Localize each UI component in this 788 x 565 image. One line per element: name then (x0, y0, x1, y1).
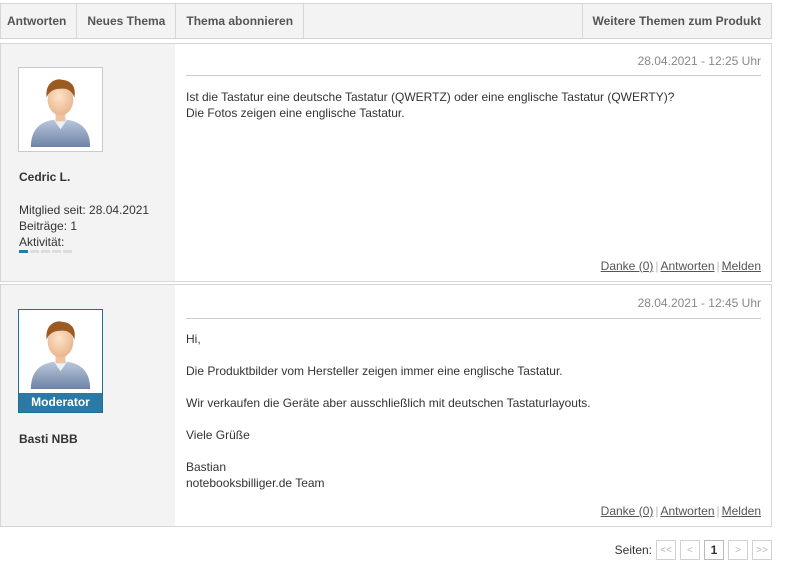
post-text-line: Bastian (186, 460, 227, 474)
activity-meter (19, 250, 72, 253)
post-date: 28.04.2021 - 12:45 Uhr (637, 296, 761, 310)
post-text-line: Die Produktbilder vom Hersteller zeigen … (186, 364, 563, 378)
activity-segment (30, 250, 39, 253)
new-topic-button[interactable]: Neues Thema (77, 4, 177, 38)
post-body: Hi, Die Produktbilder vom Hersteller zei… (186, 331, 761, 491)
post-divider (186, 318, 761, 319)
subscribe-topic-button[interactable]: Thema abonnieren (176, 4, 305, 38)
pagination: Seiten: << < 1 > >> (615, 540, 772, 560)
activity-label: Aktivität: (19, 235, 65, 249)
last-page-button[interactable]: >> (752, 540, 772, 560)
post-count: Beiträge: 1 (19, 219, 78, 233)
reply-link[interactable]: Antworten (660, 259, 714, 273)
pages-label: Seiten: (614, 543, 652, 557)
post-actions: Danke (0) | Antworten | Melden (601, 259, 761, 273)
toolbar-spacer (304, 4, 583, 38)
author-info: Mitglied seit: 28.04.2021 Beiträge: 1 Ak… (19, 202, 149, 250)
page-1-button[interactable]: 1 (704, 540, 724, 560)
separator: | (716, 504, 720, 518)
activity-segment (41, 250, 50, 253)
post-author-sidebar: Moderator Basti NBB (1, 285, 175, 526)
default-avatar-icon (30, 321, 91, 390)
post-text-line: Ist die Tastatur eine deutsche Tastatur … (186, 90, 675, 104)
member-since: Mitglied seit: 28.04.2021 (19, 203, 150, 217)
activity-segment (63, 250, 72, 253)
topic-toolbar: Antworten Neues Thema Thema abonnieren W… (0, 3, 772, 39)
post-date: 28.04.2021 - 12:25 Uhr (637, 54, 761, 68)
author-name[interactable]: Cedric L. (19, 170, 70, 184)
post-author-sidebar: Cedric L. Mitglied seit: 28.04.2021 Beit… (1, 44, 175, 281)
post-text-line: Hi, (186, 332, 201, 346)
avatar[interactable] (18, 67, 103, 152)
separator: | (716, 259, 720, 273)
default-avatar-icon (30, 79, 91, 148)
more-topics-button[interactable]: Weitere Themen zum Produkt (583, 4, 771, 38)
post-body: Ist die Tastatur eine deutsche Tastatur … (186, 89, 761, 121)
post-text-line: Die Fotos zeigen eine englische Tastatur… (186, 106, 405, 120)
next-page-button[interactable]: > (728, 540, 748, 560)
activity-segment (19, 250, 28, 253)
post-text-line: notebooksbilliger.de Team (186, 476, 325, 490)
report-link[interactable]: Melden (722, 259, 761, 273)
reply-button[interactable]: Antworten (1, 4, 78, 38)
avatar[interactable]: Moderator (18, 309, 103, 413)
post-2: Moderator Basti NBB 28.04.2021 - 12:45 U… (0, 284, 772, 527)
moderator-badge: Moderator (19, 393, 102, 412)
post-text-line: Viele Grüße (186, 428, 250, 442)
prev-page-button[interactable]: < (680, 540, 700, 560)
first-page-button[interactable]: << (656, 540, 676, 560)
thanks-link[interactable]: Danke (0) (601, 504, 654, 518)
reply-link[interactable]: Antworten (660, 504, 714, 518)
activity-segment (52, 250, 61, 253)
post-divider (186, 75, 761, 76)
author-name[interactable]: Basti NBB (19, 432, 78, 446)
report-link[interactable]: Melden (722, 504, 761, 518)
post-text-line: Wir verkaufen die Geräte aber ausschließ… (186, 396, 591, 410)
thanks-link[interactable]: Danke (0) (601, 259, 654, 273)
post-actions: Danke (0) | Antworten | Melden (601, 504, 761, 518)
post-1: Cedric L. Mitglied seit: 28.04.2021 Beit… (0, 43, 772, 282)
